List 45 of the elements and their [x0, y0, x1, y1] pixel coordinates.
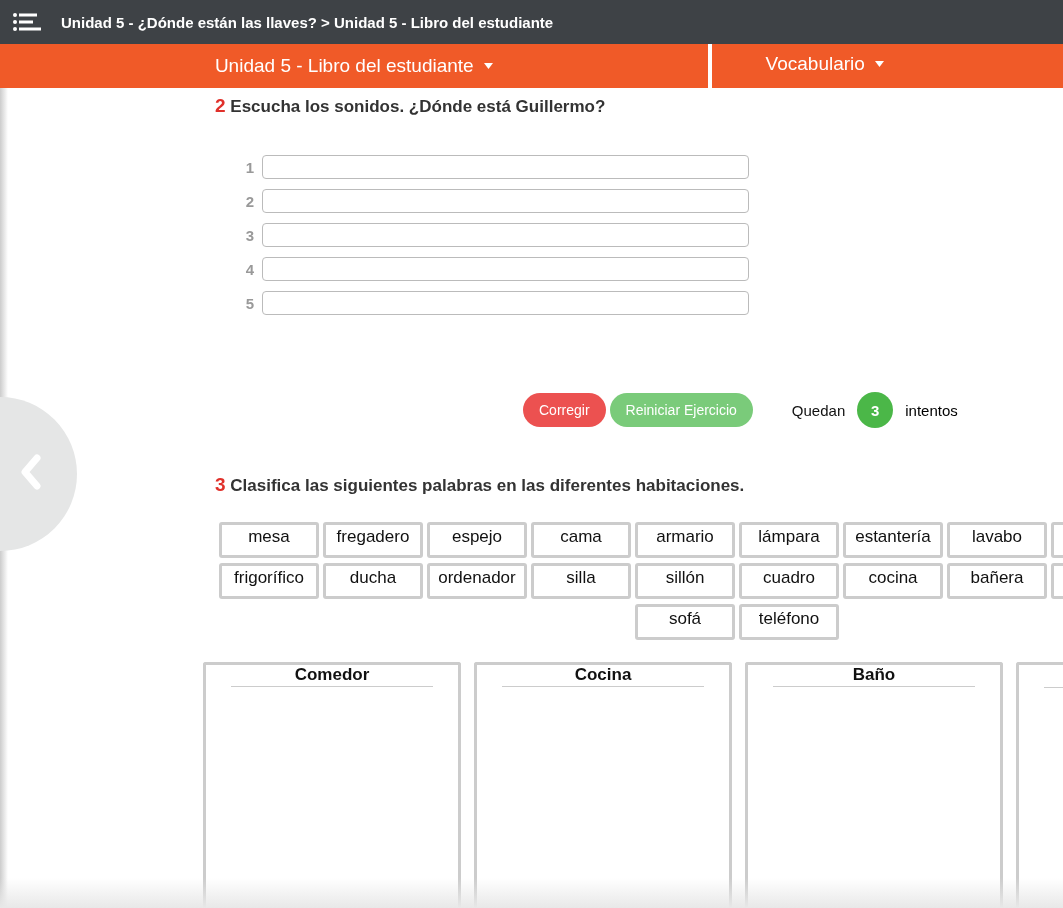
chevron-left-icon [20, 454, 42, 490]
word-tile[interactable]: sofá [635, 604, 735, 640]
drop-zone[interactable]: Cocina [474, 662, 732, 908]
check-button[interactable]: Corregir [523, 393, 606, 427]
caret-icon [874, 61, 884, 67]
answer-field[interactable] [262, 291, 749, 315]
word-tile[interactable]: fregadero [323, 522, 423, 558]
word-tile[interactable]: bañera [947, 563, 1047, 599]
word-tile[interactable]: espejo [427, 522, 527, 558]
word-tile[interactable]: ordenador [427, 563, 527, 599]
drop-zone-title: Comedor [231, 665, 433, 687]
attempts-label: Quedan [791, 401, 846, 419]
answer-number: 5 [244, 294, 254, 312]
caret-icon [483, 63, 493, 69]
answer-field[interactable] [262, 257, 749, 281]
answer-field[interactable] [262, 223, 749, 247]
answer-field[interactable] [262, 189, 749, 213]
word-tile[interactable]: teléfono [739, 604, 839, 640]
answer-field[interactable] [262, 155, 749, 179]
word-tile[interactable]: cama [531, 522, 631, 558]
answer-number: 4 [244, 260, 254, 278]
word-tile[interactable]: frigorífico [219, 563, 319, 599]
word-tile[interactable]: estantería [843, 522, 943, 558]
word-tile[interactable]: cuadro [739, 563, 839, 599]
word-tile[interactable]: armario [635, 522, 735, 558]
word-tile[interactable]: sillón [635, 563, 735, 599]
attempts-count: 3 [857, 392, 894, 428]
word-tile[interactable]: mesa [219, 522, 319, 558]
menu-icon[interactable] [13, 12, 41, 32]
word-tile[interactable]: cocina [843, 563, 943, 599]
drop-zone[interactable]: Baño [745, 662, 1003, 908]
drop-zone-title: Cocina [502, 665, 704, 687]
answer-number: 3 [244, 226, 254, 244]
answer-number: 2 [244, 192, 254, 210]
word-tile[interactable]: ducha [323, 563, 423, 599]
drop-zone-title: Baño [773, 665, 975, 687]
attempts-label: intentos [905, 401, 958, 419]
exercise-instruction: 3 Clasifica las siguientes palabras en las diferentes habitaciones. [215, 474, 746, 496]
answer-number: 1 [244, 158, 254, 176]
word-tile[interactable]: silla [531, 563, 631, 599]
drop-zone[interactable]: Comedor [203, 662, 461, 908]
word-tile[interactable]: lavabo [947, 522, 1047, 558]
breadcrumb: Unidad 5 - ¿Dónde están las llaves? > Unidad 5 - Libro del estudiante [61, 13, 554, 31]
word-tile[interactable]: lámpara [739, 522, 839, 558]
exercise-instruction: 2 Escucha los sonidos. ¿Dónde está Guillermo? [215, 95, 607, 117]
